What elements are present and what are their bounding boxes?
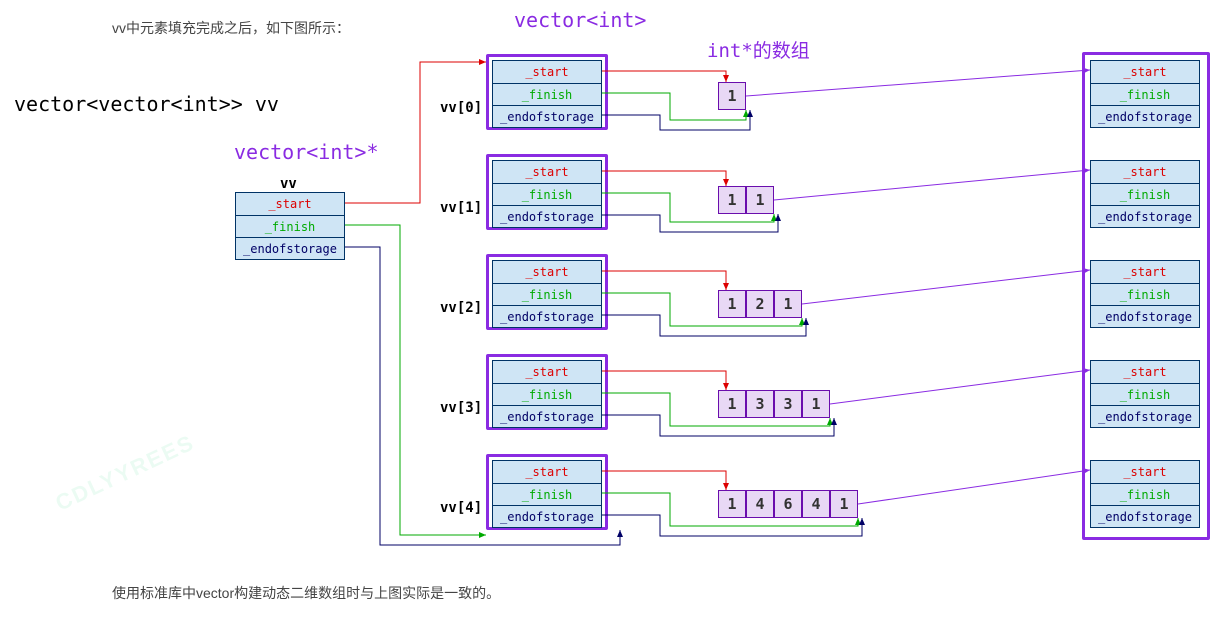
r4-finish: _finish: [1091, 483, 1199, 505]
idx-vv1: vv[1]: [440, 200, 482, 216]
watermark-icon: CDLYYREES: [52, 429, 199, 516]
r4-end: _endofstorage: [1091, 505, 1199, 527]
vv-finish: _finish: [236, 215, 344, 237]
vv-struct-box: _start _finish _endofstorage: [235, 192, 345, 260]
r4-start: _start: [1091, 461, 1199, 483]
vv4-start: _start: [493, 461, 601, 483]
right-box-3: _start _finish _endofstorage: [1090, 360, 1200, 428]
cell-4-1: 4: [746, 490, 774, 518]
cell-1-1: 1: [746, 186, 774, 214]
vv1-box: _start _finish _endofstorage: [492, 160, 602, 228]
r3-end: _endofstorage: [1091, 405, 1199, 427]
vv0-box: _start _finish _endofstorage: [492, 60, 602, 128]
r2-finish: _finish: [1091, 283, 1199, 305]
vv4-box: _start _finish _endofstorage: [492, 460, 602, 528]
vv2-start: _start: [493, 261, 601, 283]
vv3-finish: _finish: [493, 383, 601, 405]
vv0-end: _endofstorage: [493, 105, 601, 127]
vv1-finish: _finish: [493, 183, 601, 205]
idx-vv4: vv[4]: [440, 500, 482, 516]
vv3-end: _endofstorage: [493, 405, 601, 427]
vv1-end: _endofstorage: [493, 205, 601, 227]
vv-start: _start: [236, 193, 344, 215]
r2-start: _start: [1091, 261, 1199, 283]
vv1-start: _start: [493, 161, 601, 183]
cell-2-2: 1: [774, 290, 802, 318]
cell-3-0: 1: [718, 390, 746, 418]
r3-finish: _finish: [1091, 383, 1199, 405]
cell-2-0: 1: [718, 290, 746, 318]
idx-vv2: vv[2]: [440, 300, 482, 316]
cell-1-0: 1: [718, 186, 746, 214]
r0-end: _endofstorage: [1091, 105, 1199, 127]
label-int-array: int*的数组: [707, 36, 810, 63]
cell-2-1: 2: [746, 290, 774, 318]
vv0-finish: _finish: [493, 83, 601, 105]
caption-top: vv中元素填充完成之后，如下图所示：: [112, 18, 350, 38]
vv-title: vv: [280, 176, 297, 192]
vv0-start: _start: [493, 61, 601, 83]
vv2-finish: _finish: [493, 283, 601, 305]
right-box-0: _start _finish _endofstorage: [1090, 60, 1200, 128]
cell-3-1: 3: [746, 390, 774, 418]
label-vector-vector-int: vector<vector<int>> vv: [14, 92, 279, 116]
cell-4-2: 6: [774, 490, 802, 518]
r1-start: _start: [1091, 161, 1199, 183]
cell-3-3: 1: [802, 390, 830, 418]
cell-4-3: 4: [802, 490, 830, 518]
cell-4-0: 1: [718, 490, 746, 518]
vv3-start: _start: [493, 361, 601, 383]
idx-vv3: vv[3]: [440, 400, 482, 416]
vv4-end: _endofstorage: [493, 505, 601, 527]
right-box-4: _start _finish _endofstorage: [1090, 460, 1200, 528]
r1-finish: _finish: [1091, 183, 1199, 205]
label-vector-int-ptr: vector<int>*: [234, 140, 379, 164]
vv2-end: _endofstorage: [493, 305, 601, 327]
r1-end: _endofstorage: [1091, 205, 1199, 227]
cell-4-4: 1: [830, 490, 858, 518]
r0-start: _start: [1091, 61, 1199, 83]
vv4-finish: _finish: [493, 483, 601, 505]
vv-endofstorage: _endofstorage: [236, 237, 344, 259]
label-vector-int: vector<int>: [514, 8, 646, 32]
idx-vv0: vv[0]: [440, 100, 482, 116]
right-box-2: _start _finish _endofstorage: [1090, 260, 1200, 328]
cell-0-0: 1: [718, 82, 746, 110]
cell-3-2: 3: [774, 390, 802, 418]
vv3-box: _start _finish _endofstorage: [492, 360, 602, 428]
right-box-1: _start _finish _endofstorage: [1090, 160, 1200, 228]
r0-finish: _finish: [1091, 83, 1199, 105]
r2-end: _endofstorage: [1091, 305, 1199, 327]
caption-bottom: 使用标准库中vector构建动态二维数组时与上图实际是一致的。: [112, 583, 500, 603]
r3-start: _start: [1091, 361, 1199, 383]
vv2-box: _start _finish _endofstorage: [492, 260, 602, 328]
